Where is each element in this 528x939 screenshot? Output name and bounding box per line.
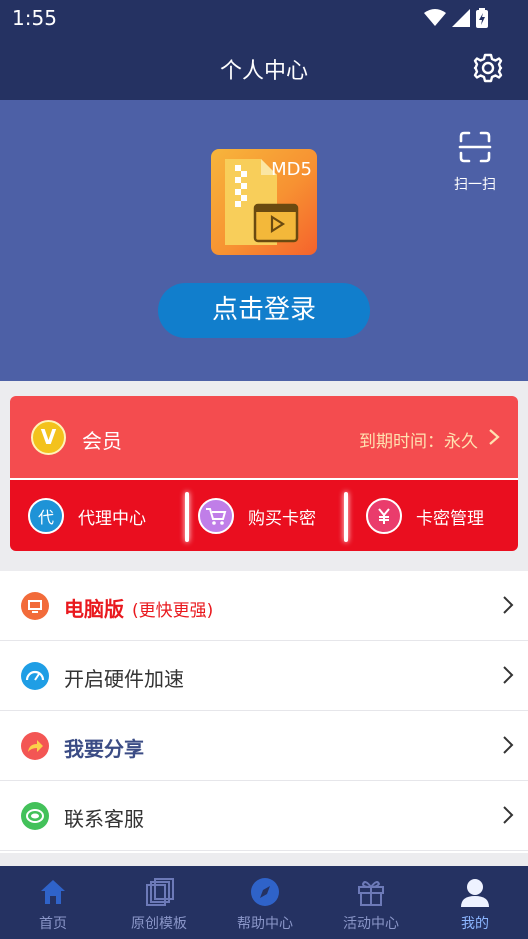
speedometer-icon — [21, 662, 49, 690]
signal-icon — [452, 9, 470, 27]
scan-button[interactable]: 扫一扫 — [449, 130, 501, 194]
tab-profile[interactable]: 我的 — [422, 866, 528, 939]
menu-sublabel: (更快更强) — [132, 601, 214, 621]
bottom-tab-bar: 首页 原创模板 帮助中心 活动中心 我的 — [0, 866, 528, 939]
card-manage-label: 卡密管理 — [416, 508, 484, 529]
battery-icon — [476, 8, 488, 28]
wifi-icon — [424, 9, 446, 26]
tab-label: 我的 — [461, 916, 489, 932]
agent-center-label: 代理中心 — [78, 508, 146, 529]
vip-card: V 会员 到期时间：永久 代 代理中心 购买卡密 卡密管理 — [10, 396, 518, 551]
divider — [344, 492, 348, 542]
menu-label: 联系客服 — [64, 807, 144, 831]
menu-list: 电脑版 (更快更强) 开启硬件加速 我要分享 联系客服 — [0, 571, 528, 853]
menu-label: 开启硬件加速 — [64, 667, 184, 691]
home-icon — [41, 880, 65, 904]
gift-icon — [358, 881, 384, 906]
vip-expire: 到期时间：永久 — [359, 432, 478, 452]
scan-icon — [458, 131, 492, 163]
menu-item-share[interactable]: 我要分享 — [0, 711, 528, 781]
app-header: 个人中心 — [0, 36, 528, 100]
app-logo: MD5 — [211, 149, 317, 255]
compass-icon — [251, 878, 279, 906]
vip-status-row[interactable]: V 会员 到期时间：永久 — [10, 396, 518, 478]
vip-actions: 代 代理中心 购买卡密 卡密管理 — [10, 478, 518, 551]
chevron-right-icon — [503, 806, 514, 824]
cart-icon — [198, 498, 234, 534]
status-time: 1:55 — [12, 6, 57, 30]
profile-icon — [461, 879, 489, 907]
agent-icon: 代 — [28, 498, 64, 534]
divider — [185, 492, 189, 542]
tab-home[interactable]: 首页 — [0, 866, 106, 939]
desktop-icon — [21, 592, 49, 620]
login-button[interactable]: 点击登录 — [158, 283, 370, 338]
menu-item-hardware-accel[interactable]: 开启硬件加速 — [0, 641, 528, 711]
menu-item-desktop[interactable]: 电脑版 (更快更强) — [0, 571, 528, 641]
tab-activity[interactable]: 活动中心 — [318, 866, 424, 939]
profile-hero: 扫一扫 MD5 点击登录 — [0, 100, 528, 381]
status-bar: 1:55 — [0, 0, 528, 36]
share-icon — [21, 732, 49, 760]
tab-help[interactable]: 帮助中心 — [212, 866, 318, 939]
settings-button[interactable] — [472, 52, 504, 84]
chevron-right-icon — [503, 736, 514, 754]
menu-label: 我要分享 — [64, 737, 144, 761]
templates-icon — [146, 878, 174, 906]
tab-label: 原创模板 — [131, 916, 187, 932]
chevron-right-icon — [489, 429, 500, 445]
headset-icon — [21, 802, 49, 830]
tab-label: 首页 — [39, 916, 67, 932]
vip-badge-icon: V — [31, 420, 66, 455]
menu-label: 电脑版 (更快更强) — [64, 597, 214, 621]
menu-item-customer-service[interactable]: 联系客服 — [0, 781, 528, 851]
scan-label: 扫一扫 — [454, 177, 496, 193]
card-key-icon — [366, 498, 402, 534]
buy-card-button[interactable]: 购买卡密 — [198, 496, 316, 536]
tab-label: 帮助中心 — [237, 916, 293, 932]
vip-label: 会员 — [82, 429, 122, 453]
page-title: 个人中心 — [219, 59, 308, 84]
gear-icon — [473, 53, 503, 83]
tab-label: 活动中心 — [343, 916, 399, 932]
card-manage-button[interactable]: 卡密管理 — [366, 496, 484, 536]
buy-card-label: 购买卡密 — [248, 508, 316, 529]
tab-templates[interactable]: 原创模板 — [106, 866, 212, 939]
agent-center-button[interactable]: 代 代理中心 — [28, 496, 146, 536]
chevron-right-icon — [503, 666, 514, 684]
chevron-right-icon — [503, 596, 514, 614]
logo-text: MD5 — [271, 159, 312, 180]
status-icons — [424, 8, 488, 28]
